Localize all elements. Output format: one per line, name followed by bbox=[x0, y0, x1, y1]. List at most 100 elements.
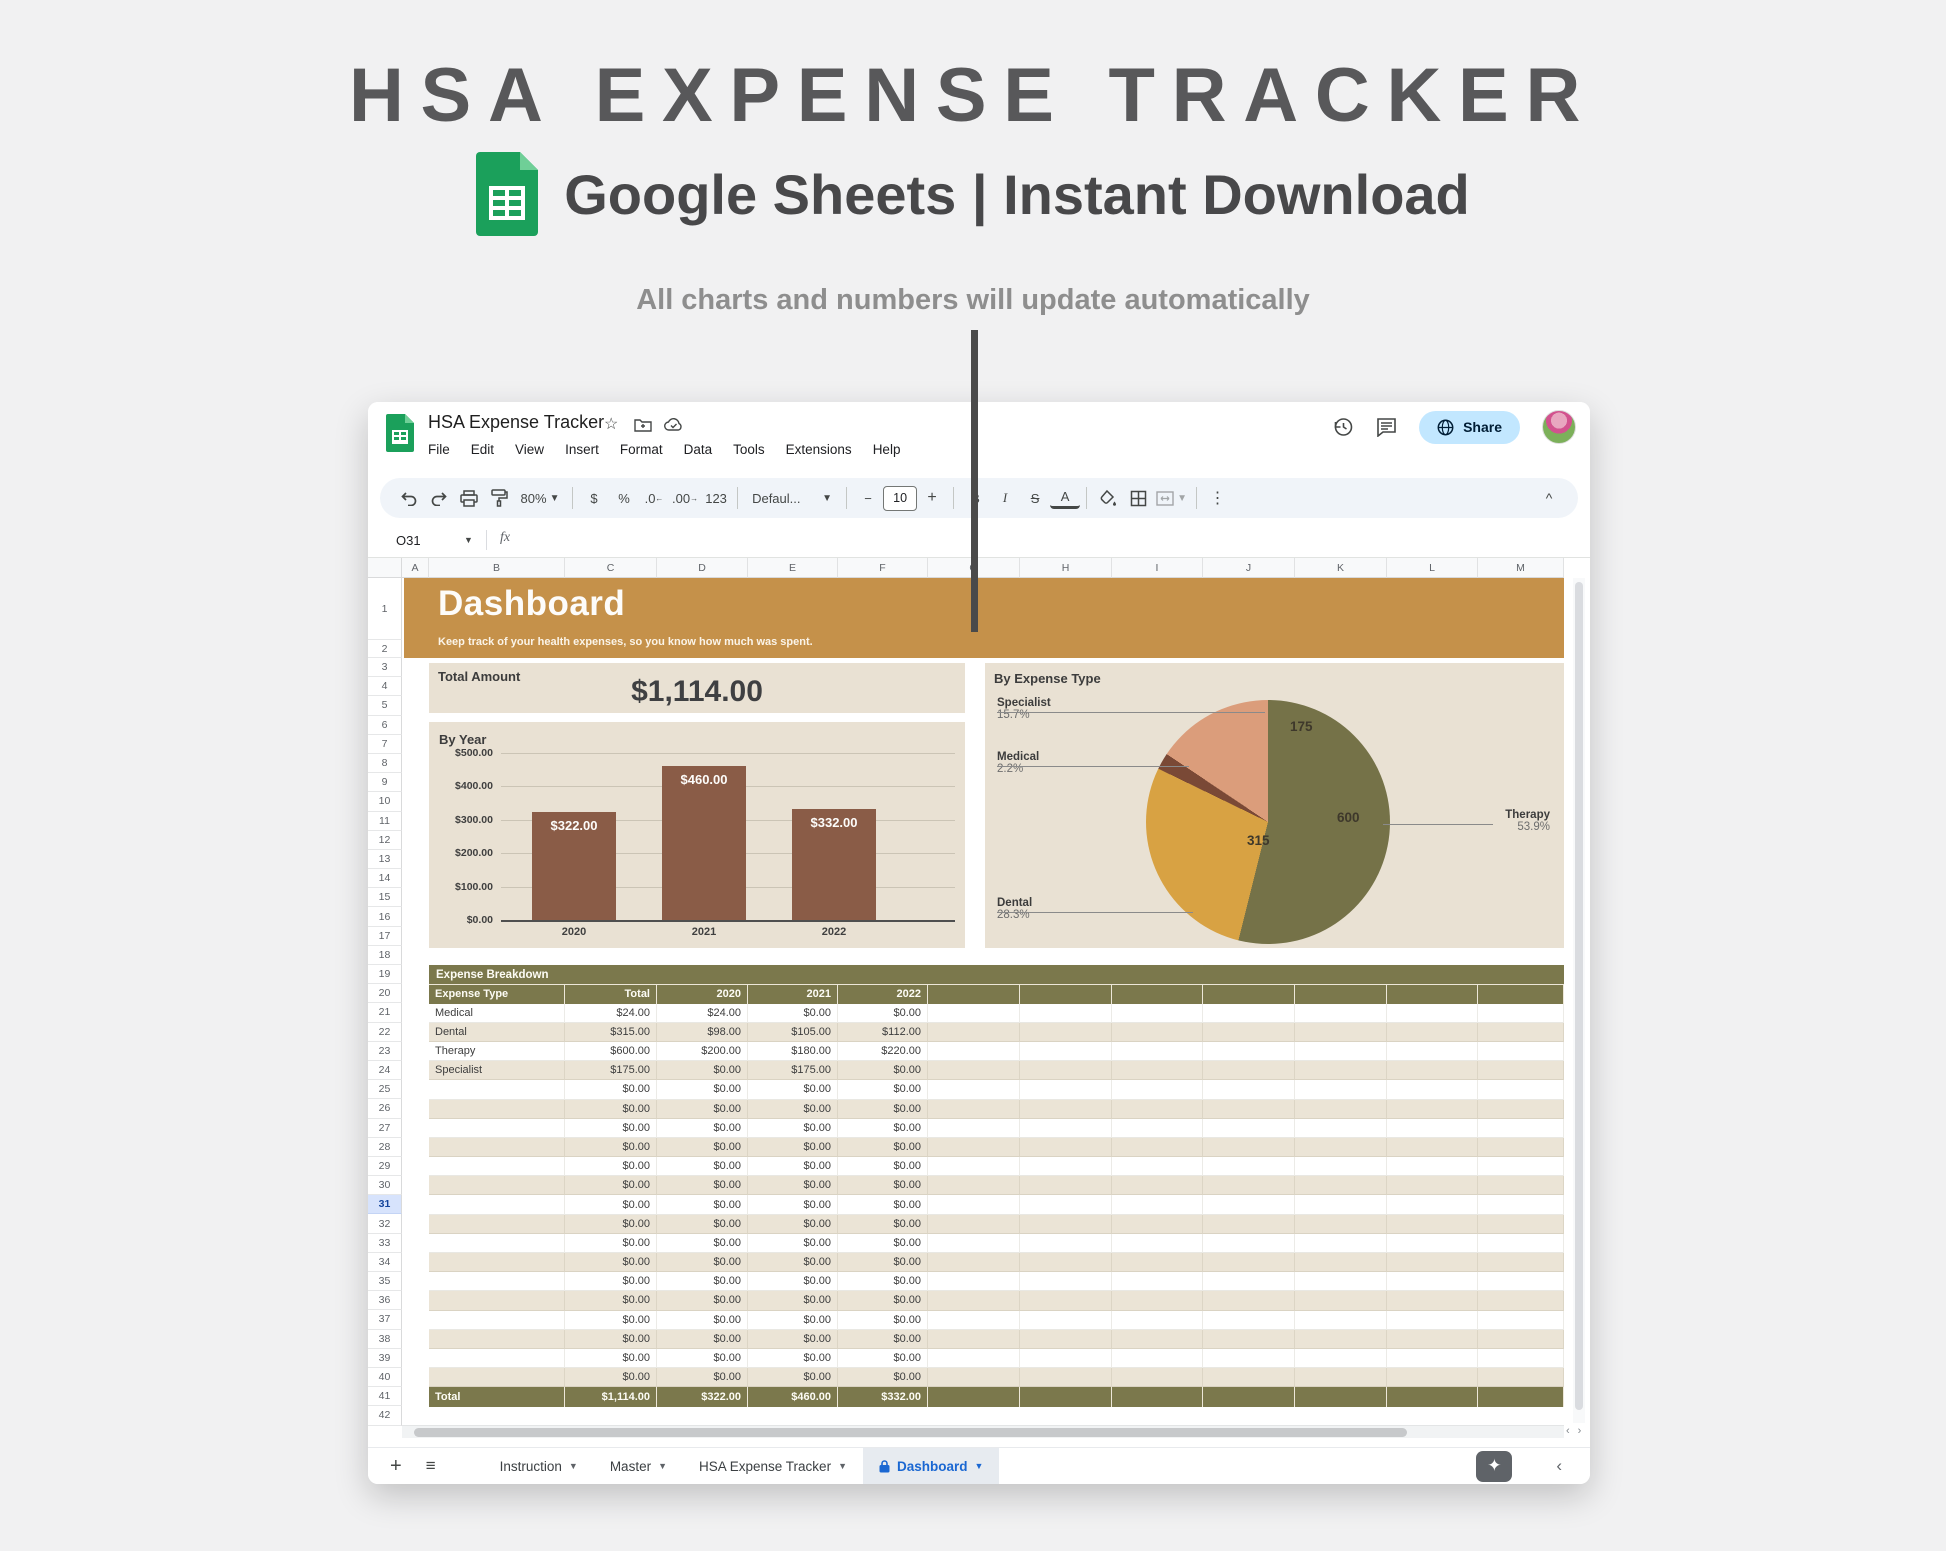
table-cell[interactable]: $0.00 bbox=[657, 1330, 748, 1349]
version-history-icon[interactable] bbox=[1332, 416, 1354, 438]
decrease-decimals-button[interactable]: .0← bbox=[639, 484, 669, 512]
table-cell[interactable] bbox=[1112, 1080, 1203, 1099]
menu-file[interactable]: File bbox=[428, 442, 450, 457]
row-header-32[interactable]: 32 bbox=[368, 1214, 402, 1233]
row-header-33[interactable]: 33 bbox=[368, 1234, 402, 1253]
table-cell[interactable] bbox=[429, 1272, 565, 1291]
table-cell[interactable] bbox=[1387, 1253, 1478, 1272]
table-cell[interactable] bbox=[1387, 1100, 1478, 1119]
increase-font-size-button[interactable]: + bbox=[917, 484, 947, 512]
table-cell[interactable] bbox=[928, 1387, 1020, 1406]
table-cell[interactable] bbox=[429, 1119, 565, 1138]
table-cell[interactable]: Expense Type bbox=[429, 984, 565, 1003]
table-cell[interactable] bbox=[1295, 1330, 1387, 1349]
sheet-tab-master[interactable]: Master▼ bbox=[594, 1448, 683, 1485]
print-button[interactable] bbox=[454, 484, 484, 512]
column-header-J[interactable]: J bbox=[1203, 558, 1295, 578]
table-cell[interactable] bbox=[1387, 1138, 1478, 1157]
star-icon[interactable]: ☆ bbox=[604, 414, 618, 434]
table-cell[interactable] bbox=[1203, 1272, 1295, 1291]
gemini-sparkle-button[interactable]: ✦ bbox=[1476, 1451, 1512, 1482]
table-cell[interactable]: Therapy bbox=[429, 1042, 565, 1061]
table-cell[interactable]: $0.00 bbox=[748, 1234, 838, 1253]
table-cell[interactable]: $0.00 bbox=[748, 1311, 838, 1330]
table-cell[interactable]: Specialist bbox=[429, 1061, 565, 1080]
row-header-21[interactable]: 21 bbox=[368, 1003, 402, 1022]
row-header-19[interactable]: 19 bbox=[368, 965, 402, 984]
vertical-scrollbar[interactable] bbox=[1573, 578, 1585, 1423]
table-cell[interactable] bbox=[1203, 1195, 1295, 1214]
sheet-tab-caret-icon[interactable]: ▼ bbox=[975, 1461, 984, 1471]
table-cell[interactable] bbox=[1387, 1349, 1478, 1368]
font-size-input[interactable]: 10 bbox=[883, 486, 917, 511]
row-header-11[interactable]: 11 bbox=[368, 812, 402, 831]
table-cell[interactable] bbox=[928, 984, 1020, 1003]
table-cell[interactable]: $175.00 bbox=[565, 1061, 657, 1080]
table-cell[interactable]: $0.00 bbox=[748, 1157, 838, 1176]
table-cell[interactable]: $0.00 bbox=[748, 1368, 838, 1387]
table-cell[interactable]: $0.00 bbox=[838, 1253, 928, 1272]
table-cell[interactable] bbox=[1020, 1368, 1112, 1387]
table-cell[interactable] bbox=[1295, 1138, 1387, 1157]
scroll-right-icon[interactable]: › bbox=[1578, 1425, 1582, 1437]
table-cell[interactable] bbox=[1203, 1368, 1295, 1387]
table-cell[interactable] bbox=[1020, 1195, 1112, 1214]
table-cell[interactable] bbox=[1112, 1349, 1203, 1368]
table-cell[interactable] bbox=[1387, 984, 1478, 1003]
table-cell[interactable] bbox=[1020, 1311, 1112, 1330]
table-cell[interactable] bbox=[1295, 1061, 1387, 1080]
table-cell[interactable] bbox=[928, 1119, 1020, 1138]
table-cell[interactable] bbox=[1295, 1349, 1387, 1368]
table-cell[interactable] bbox=[1203, 1042, 1295, 1061]
column-header-M[interactable]: M bbox=[1478, 558, 1564, 578]
move-folder-icon[interactable] bbox=[634, 418, 652, 432]
table-cell[interactable] bbox=[1295, 984, 1387, 1003]
table-cell[interactable]: $0.00 bbox=[748, 1330, 838, 1349]
table-cell[interactable] bbox=[1203, 984, 1295, 1003]
table-cell[interactable]: $0.00 bbox=[838, 1138, 928, 1157]
table-cell[interactable] bbox=[429, 1349, 565, 1368]
table-cell[interactable] bbox=[928, 1157, 1020, 1176]
table-cell[interactable]: $0.00 bbox=[565, 1215, 657, 1234]
row-header-36[interactable]: 36 bbox=[368, 1291, 402, 1310]
strikethrough-button[interactable]: S bbox=[1020, 484, 1050, 512]
table-cell[interactable]: $0.00 bbox=[838, 1272, 928, 1291]
table-cell[interactable] bbox=[1203, 1176, 1295, 1195]
table-cell[interactable]: $98.00 bbox=[657, 1023, 748, 1042]
column-header-C[interactable]: C bbox=[565, 558, 657, 578]
table-cell[interactable] bbox=[1387, 1195, 1478, 1214]
table-cell[interactable]: $24.00 bbox=[657, 1004, 748, 1023]
table-cell[interactable] bbox=[1295, 1291, 1387, 1310]
table-cell[interactable]: $0.00 bbox=[657, 1195, 748, 1214]
table-cell[interactable] bbox=[1387, 1042, 1478, 1061]
table-cell[interactable]: $0.00 bbox=[657, 1234, 748, 1253]
table-cell[interactable] bbox=[1387, 1176, 1478, 1195]
table-cell[interactable] bbox=[1295, 1215, 1387, 1234]
table-cell[interactable] bbox=[1020, 984, 1112, 1003]
table-cell[interactable]: $0.00 bbox=[748, 1291, 838, 1310]
table-cell[interactable]: $220.00 bbox=[838, 1042, 928, 1061]
table-cell[interactable] bbox=[1203, 1080, 1295, 1099]
row-header-29[interactable]: 29 bbox=[368, 1157, 402, 1176]
by-expense-type-chart[interactable]: By Expense Type 175 315 600 Specialist 1… bbox=[985, 663, 1564, 948]
table-cell[interactable]: $0.00 bbox=[565, 1234, 657, 1253]
row-header-31[interactable]: 31 bbox=[368, 1195, 402, 1214]
table-cell[interactable]: $0.00 bbox=[748, 1080, 838, 1099]
table-cell[interactable] bbox=[1387, 1387, 1478, 1406]
table-cell[interactable] bbox=[928, 1176, 1020, 1195]
table-cell[interactable]: $0.00 bbox=[748, 1349, 838, 1368]
row-header-8[interactable]: 8 bbox=[368, 754, 402, 773]
table-cell[interactable]: $0.00 bbox=[565, 1119, 657, 1138]
table-cell[interactable] bbox=[1112, 1023, 1203, 1042]
table-cell[interactable] bbox=[1295, 1100, 1387, 1119]
table-cell[interactable] bbox=[928, 1215, 1020, 1234]
table-cell[interactable] bbox=[928, 1291, 1020, 1310]
table-cell[interactable] bbox=[1020, 1042, 1112, 1061]
table-cell[interactable] bbox=[1387, 1004, 1478, 1023]
column-header-K[interactable]: K bbox=[1295, 558, 1387, 578]
table-cell[interactable]: $0.00 bbox=[657, 1119, 748, 1138]
table-cell[interactable] bbox=[1478, 1042, 1564, 1061]
table-cell[interactable] bbox=[928, 1272, 1020, 1291]
table-cell[interactable] bbox=[928, 1042, 1020, 1061]
table-cell[interactable] bbox=[1112, 1215, 1203, 1234]
